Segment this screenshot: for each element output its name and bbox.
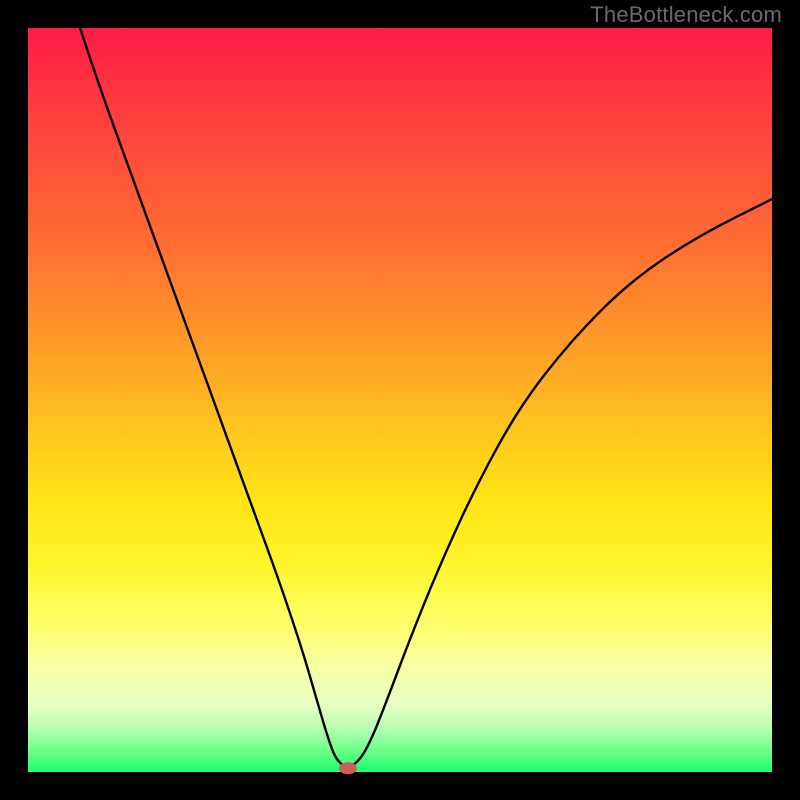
curve-svg xyxy=(28,28,772,772)
plot-area xyxy=(28,28,772,772)
watermark-text: TheBottleneck.com xyxy=(590,2,782,28)
chart-frame: TheBottleneck.com xyxy=(0,0,800,800)
bottleneck-curve xyxy=(80,28,772,766)
minimum-marker xyxy=(339,762,357,774)
